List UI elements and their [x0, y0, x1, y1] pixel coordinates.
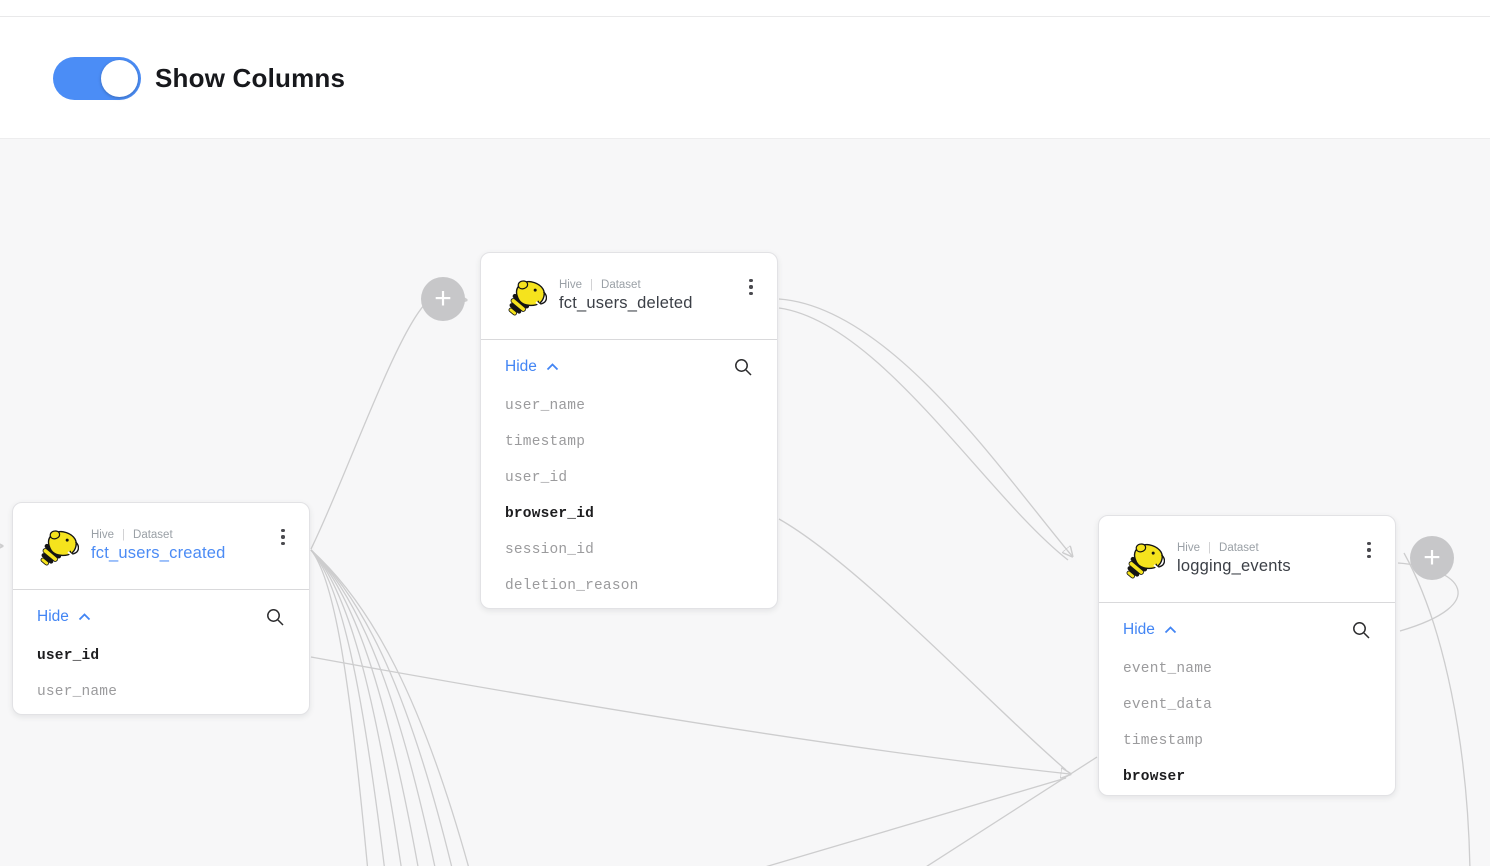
node-meta: Hive | Dataset — [1177, 542, 1291, 554]
search-icon — [1352, 621, 1371, 640]
kebab-menu-icon[interactable] — [271, 523, 295, 551]
node-title[interactable]: fct_users_created — [91, 544, 226, 563]
expand-upstream-button[interactable]: + — [421, 277, 465, 321]
column-row[interactable]: user_id — [481, 460, 777, 496]
dataset-node-fct-users-created[interactable]: Hive | Dataset fct_users_created Hide us… — [12, 502, 310, 715]
kebab-menu-icon[interactable] — [739, 273, 763, 301]
chevron-up-icon — [1164, 626, 1177, 634]
meta-separator: | — [122, 529, 125, 541]
kebab-menu-icon[interactable] — [1357, 536, 1381, 564]
type-label: Dataset — [1219, 542, 1259, 554]
column-row[interactable]: user_name — [13, 674, 309, 710]
column-row[interactable]: session_id — [481, 532, 777, 568]
hive-icon — [37, 528, 79, 568]
node-title[interactable]: logging_events — [1177, 557, 1291, 576]
column-row[interactable]: timestamp — [481, 424, 777, 460]
hide-label: Hide — [505, 358, 537, 376]
hide-columns-link[interactable]: Hide — [505, 358, 559, 376]
lineage-app: Show Columns + + Hive — [0, 0, 1490, 866]
hide-columns-link[interactable]: Hide — [1123, 621, 1177, 639]
column-row[interactable]: user_id — [13, 638, 309, 674]
search-icon — [734, 358, 753, 377]
column-row[interactable]: event_name — [1099, 651, 1395, 687]
type-label: Dataset — [133, 529, 173, 541]
column-row[interactable]: deletion_reason — [481, 568, 777, 604]
dataset-node-fct-users-deleted[interactable]: Hive | Dataset fct_users_deleted Hide us… — [480, 252, 778, 609]
hive-icon — [505, 278, 547, 318]
column-row[interactable]: browser — [1099, 759, 1395, 795]
source-label: Hive — [91, 529, 114, 541]
chevron-up-icon — [78, 613, 91, 621]
hide-label: Hide — [1123, 621, 1155, 639]
show-columns-toggle[interactable] — [53, 57, 141, 100]
source-label: Hive — [1177, 542, 1200, 554]
hive-icon — [1123, 541, 1165, 581]
chevron-up-icon — [546, 363, 559, 371]
search-columns-button[interactable] — [734, 358, 753, 377]
node-header: Hive | Dataset fct_users_created — [13, 503, 309, 590]
dataset-node-logging-events[interactable]: Hive | Dataset logging_events Hide event… — [1098, 515, 1396, 796]
expand-downstream-button[interactable]: + — [1410, 536, 1454, 580]
search-icon — [266, 608, 285, 627]
search-columns-button[interactable] — [266, 608, 285, 627]
meta-separator: | — [590, 279, 593, 291]
show-columns-label: Show Columns — [155, 63, 345, 94]
toggle-knob — [101, 60, 138, 97]
source-label: Hive — [559, 279, 582, 291]
node-meta: Hive | Dataset — [91, 529, 226, 541]
node-title[interactable]: fct_users_deleted — [559, 294, 693, 313]
node-header: Hive | Dataset fct_users_deleted — [481, 253, 777, 340]
column-row[interactable]: user_name — [481, 388, 777, 424]
hide-columns-link[interactable]: Hide — [37, 608, 91, 626]
top-divider — [0, 16, 1490, 17]
hide-label: Hide — [37, 608, 69, 626]
node-header: Hive | Dataset logging_events — [1099, 516, 1395, 603]
meta-separator: | — [1208, 542, 1211, 554]
column-row[interactable]: event_data — [1099, 687, 1395, 723]
node-meta: Hive | Dataset — [559, 279, 693, 291]
column-row[interactable]: timestamp — [1099, 723, 1395, 759]
type-label: Dataset — [601, 279, 641, 291]
top-toolbar: Show Columns — [0, 0, 1490, 139]
search-columns-button[interactable] — [1352, 621, 1371, 640]
column-row[interactable]: browser_id — [481, 496, 777, 532]
